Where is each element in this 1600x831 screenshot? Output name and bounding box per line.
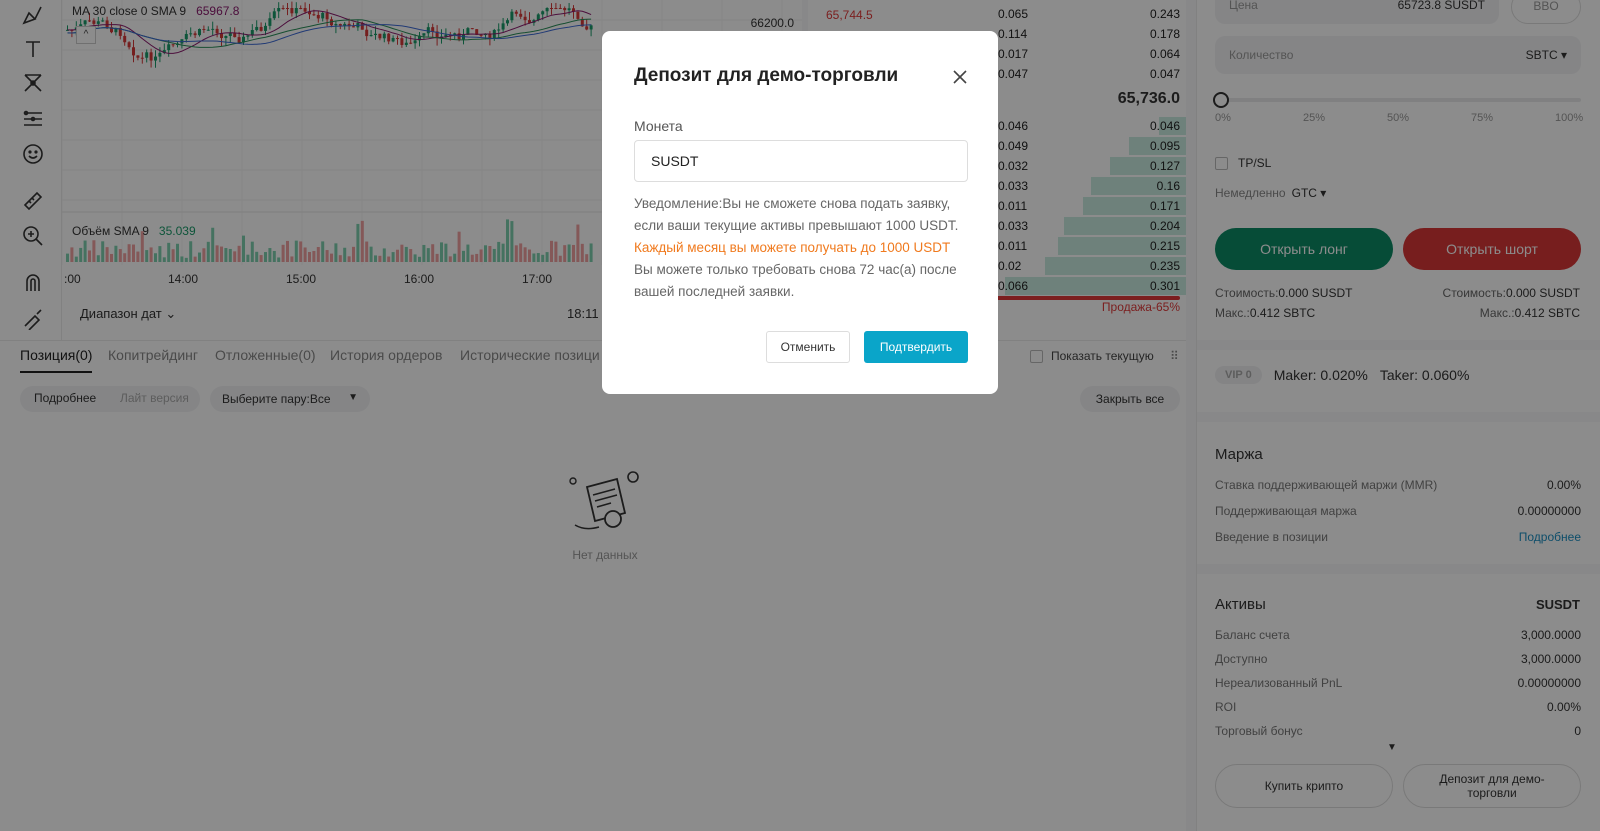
- coin-label: Монета: [634, 118, 683, 134]
- deposit-notice: Уведомление:Вы не сможете снова подать з…: [634, 196, 959, 299]
- confirm-button[interactable]: Подтвердить: [864, 331, 968, 363]
- cancel-button[interactable]: Отменить: [766, 331, 850, 363]
- modal-title: Депозит для демо-торговли: [634, 65, 899, 86]
- close-icon[interactable]: [952, 69, 968, 85]
- demo-deposit-modal: Депозит для демо-торговли Монета SUSDT У…: [602, 31, 998, 394]
- coin-select[interactable]: SUSDT: [634, 140, 968, 182]
